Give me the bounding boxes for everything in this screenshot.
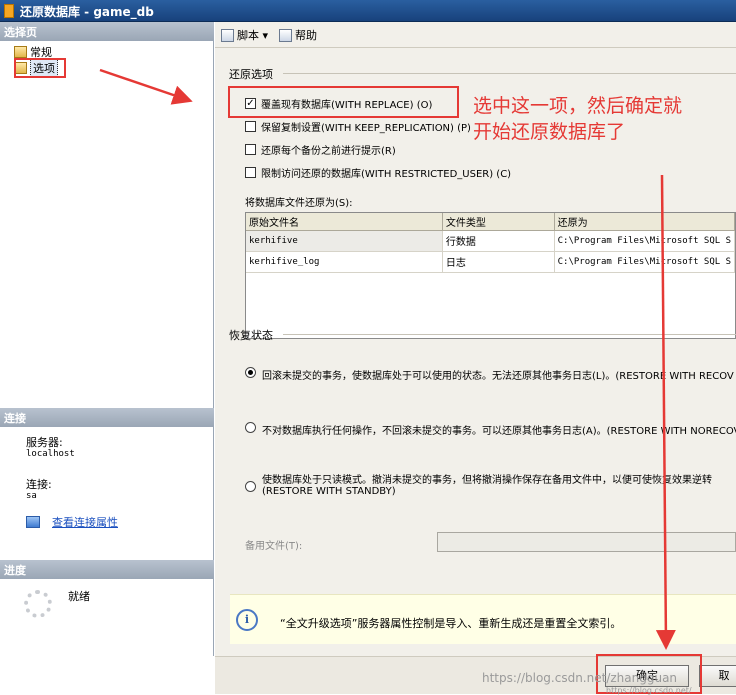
recovery-option-label-line2: (RESTORE WITH STANDBY) [262, 486, 396, 497]
table-cell[interactable]: C:\Program Files\Microsoft SQL S [554, 230, 736, 252]
checkbox[interactable] [245, 167, 256, 178]
recovery-option-label: 回滚未提交的事务，使数据库处于可以使用的状态。无法还原其他事务日志(L)。(RE… [262, 371, 734, 382]
recovery-state-group-label: 恢复状态 [229, 329, 273, 342]
table-row[interactable]: kerhifive_log 日志 C:\Program Files\Micros… [246, 251, 736, 273]
radio[interactable] [245, 422, 256, 433]
help-label: 帮助 [295, 29, 317, 42]
connection-header: 连接 [0, 408, 214, 427]
table-cell: 行数据 [442, 230, 555, 252]
help-icon [279, 28, 292, 42]
radio-selected[interactable] [245, 367, 256, 378]
progress-status: 就绪 [68, 590, 90, 603]
table-cell: kerhifive_log [246, 251, 443, 273]
window-title: 还原数据库 - game_db [20, 5, 154, 19]
option-keep-replication[interactable]: 保留复制设置(WITH KEEP_REPLICATION) (P) [245, 119, 471, 134]
option-label: 还原每个备份之前进行提示(R) [261, 146, 396, 157]
restore-files-label: 将数据库文件还原为(S): [245, 198, 353, 209]
column-header[interactable]: 还原为 [554, 213, 736, 231]
help-button[interactable]: 帮助 [279, 27, 317, 43]
info-icon: i [236, 609, 258, 631]
checkbox[interactable] [245, 121, 256, 132]
recovery-option-recovery[interactable]: 回滚未提交的事务，使数据库处于可以使用的状态。无法还原其他事务日志(L)。(RE… [245, 367, 734, 382]
cancel-button[interactable]: 取 [699, 665, 736, 687]
progress-spinner-icon [24, 590, 52, 618]
progress-header: 进度 [0, 560, 214, 579]
script-button[interactable]: 脚本 ▾ [221, 27, 268, 43]
annotation-line-1: 选中这一项，然后确定就 [473, 95, 683, 117]
server-label: 服务器: [26, 436, 63, 449]
database-icon [4, 4, 14, 18]
recovery-option-label: 不对数据库执行任何操作，不回滚未提交的事务。可以还原其他事务日志(A)。(RES… [262, 426, 736, 437]
table-cell: 日志 [442, 251, 555, 273]
radio[interactable] [245, 481, 256, 492]
connection-label: 连接: [26, 478, 52, 491]
page-icon [14, 46, 27, 58]
checkbox[interactable] [245, 144, 256, 155]
option-restricted-user[interactable]: 限制访问还原的数据库(WITH RESTRICTED_USER) (C) [245, 165, 511, 180]
recovery-option-label: 使数据库处于只读模式。撤消未提交的事务，但将撤消操作保存在备用文件中，以便可使恢… [262, 475, 712, 486]
script-label: 脚本 ▾ [237, 29, 269, 42]
annotation-box-with-replace [228, 86, 459, 118]
option-label: 限制访问还原的数据库(WITH RESTRICTED_USER) (C) [261, 169, 512, 180]
table-row[interactable]: kerhifive 行数据 C:\Program Files\Microsoft… [246, 230, 736, 252]
title-bar: 还原数据库 - game_db [0, 0, 736, 22]
annotation-text: 选中这一项，然后确定就 开始还原数据库了 [473, 93, 682, 145]
watermark: https://blog.csdn.net/zhangguan [482, 671, 678, 685]
select-page-header: 选择页 [0, 22, 214, 41]
table-cell[interactable]: C:\Program Files\Microsoft SQL S [554, 251, 736, 273]
standby-file-input[interactable] [437, 532, 736, 552]
annotation-box-options [14, 58, 66, 78]
recovery-option-standby[interactable]: 使数据库处于只读模式。撤消未提交的事务，但将撤消操作保存在备用文件中，以便可使恢… [245, 475, 712, 497]
table-header: 原始文件名 文件类型 还原为 [246, 213, 736, 231]
option-prompt-before-restore[interactable]: 还原每个备份之前进行提示(R) [245, 142, 396, 157]
info-bar: i “全文升级选项”服务器属性控制是导入、重新生成还是重置全文索引。 [230, 594, 736, 644]
toolbar: 脚本 ▾ 帮助 [215, 22, 736, 48]
server-value: localhost [26, 449, 75, 459]
restore-files-grid[interactable]: 原始文件名 文件类型 还原为 kerhifive 行数据 C:\Program … [245, 212, 736, 339]
recovery-option-norecovery[interactable]: 不对数据库执行任何操作，不回滚未提交的事务。可以还原其他事务日志(A)。(RES… [245, 422, 736, 437]
column-header[interactable]: 原始文件名 [246, 213, 443, 231]
connection-properties-icon [26, 516, 40, 528]
restore-options-group-label: 还原选项 [229, 68, 273, 81]
info-message: “全文升级选项”服务器属性控制是导入、重新生成还是重置全文索引。 [280, 617, 622, 630]
group-divider [283, 73, 736, 74]
files-table: 原始文件名 文件类型 还原为 kerhifive 行数据 C:\Program … [246, 213, 736, 273]
column-header[interactable]: 文件类型 [442, 213, 555, 231]
annotation-line-2: 开始还原数据库了 [473, 121, 626, 143]
table-cell: kerhifive [246, 230, 443, 252]
group-divider [283, 334, 736, 335]
view-connection-properties-link[interactable]: 查看连接属性 [52, 514, 118, 530]
connection-value: sa [26, 491, 37, 501]
standby-file-label: 备用文件(T): [245, 541, 303, 552]
script-icon [221, 28, 234, 42]
option-label: 保留复制设置(WITH KEEP_REPLICATION) (P) [261, 123, 471, 134]
left-panel: 选择页 常规 选项 连接 服务器: localhost 连接: sa 查看连接属… [0, 22, 214, 656]
